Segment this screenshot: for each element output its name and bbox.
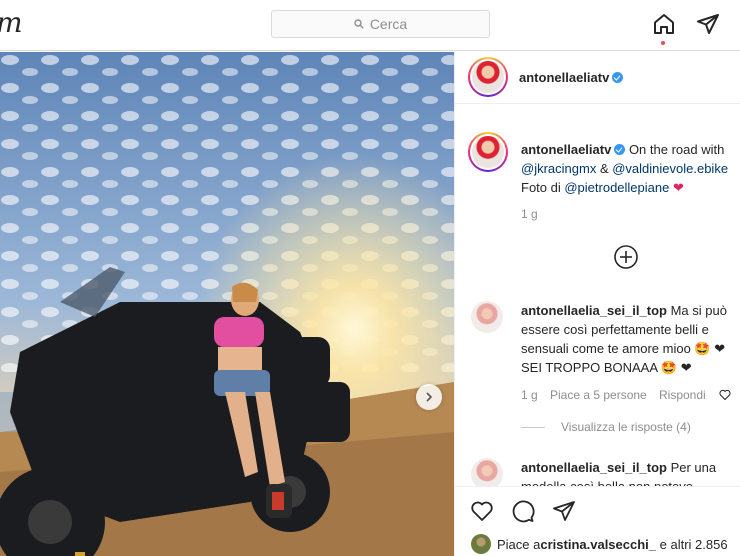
next-photo-button[interactable] xyxy=(416,384,442,410)
comment-like-button[interactable] xyxy=(719,388,731,406)
replies-divider xyxy=(521,426,545,428)
share-button[interactable] xyxy=(550,497,578,525)
comment-button[interactable] xyxy=(509,497,537,525)
mention-link-valdinievole[interactable]: @valdinievole.ebike xyxy=(612,161,728,176)
author-avatar[interactable] xyxy=(468,57,508,97)
comment-time[interactable]: 1 g xyxy=(521,388,538,402)
likes-suffix: e altri 2.856 xyxy=(656,536,728,552)
comment-username[interactable]: antonellaelia_sei_il_top xyxy=(521,303,667,318)
home-icon[interactable] xyxy=(650,10,678,38)
comment-item: antonellaelia_sei_il_top Ma si può esser… xyxy=(521,301,740,377)
chevron-right-icon xyxy=(426,392,433,402)
caption-time[interactable]: 1 g xyxy=(521,207,538,221)
top-navigation-bar: m Cerca xyxy=(0,0,740,51)
author-username-text[interactable]: antonellaeliatv xyxy=(519,70,609,85)
heart-emoji: ❤ xyxy=(672,180,684,195)
reply-button[interactable]: Rispondi xyxy=(659,388,706,402)
comment-bubble-icon xyxy=(512,500,535,523)
comment-username[interactable]: antonellaelia_sei_il_top xyxy=(521,460,667,475)
search-icon xyxy=(354,19,364,29)
search-placeholder: Cerca xyxy=(369,16,408,32)
mention-link-pietrodellepiane[interactable]: @pietrodellepiane xyxy=(564,180,669,195)
motorcycle-photo-image xyxy=(0,52,454,556)
load-more-comments-button[interactable] xyxy=(614,245,638,269)
commenter-avatar[interactable] xyxy=(471,301,503,333)
caption-username[interactable]: antonellaeliatv xyxy=(521,142,611,157)
plus-circle-icon xyxy=(614,245,638,269)
heart-outline-icon xyxy=(471,501,493,521)
paper-plane-icon xyxy=(553,501,575,521)
post-photo[interactable] xyxy=(0,52,454,556)
likes-prefix: Piace a xyxy=(497,536,541,552)
caption-text-2: Foto di xyxy=(521,180,565,195)
search-input[interactable]: Cerca xyxy=(271,10,490,38)
verified-badge-icon xyxy=(614,144,626,155)
home-notification-dot xyxy=(661,41,665,45)
author-username[interactable]: antonellaeliatv xyxy=(519,70,624,85)
likes-summary[interactable]: Piace a cristina.valsecchi_ e altri 2.85… xyxy=(471,534,728,554)
liker-avatar xyxy=(471,534,491,554)
post-actions-bar: Piace a cristina.valsecchi_ e altri 2.85… xyxy=(455,486,740,556)
mention-link-jkracingmx[interactable]: @jkracingmx xyxy=(521,161,596,176)
liker-username[interactable]: cristina.valsecchi_ xyxy=(540,537,656,552)
caption-text-1: On the road with xyxy=(628,142,725,157)
heart-outline-icon xyxy=(719,389,731,401)
paper-plane-icon[interactable] xyxy=(694,10,722,38)
view-replies-button[interactable]: Visualizza le risposte (4) xyxy=(521,420,691,434)
caption-amp: & xyxy=(596,161,613,176)
verified-badge-icon xyxy=(612,72,624,83)
instagram-logo[interactable]: m xyxy=(0,6,23,39)
post-side-panel: antonellaeliatv antonellaeliatv On the r… xyxy=(454,52,740,556)
caption-author-avatar[interactable] xyxy=(468,132,508,172)
post-header: antonellaeliatv xyxy=(455,52,740,104)
like-button[interactable] xyxy=(468,497,496,525)
post-caption: antonellaeliatv On the road with @jkraci… xyxy=(521,140,740,197)
view-replies-label[interactable]: Visualizza le risposte (4) xyxy=(561,420,691,434)
comment-likes-count[interactable]: Piace a 5 persone xyxy=(550,388,647,402)
